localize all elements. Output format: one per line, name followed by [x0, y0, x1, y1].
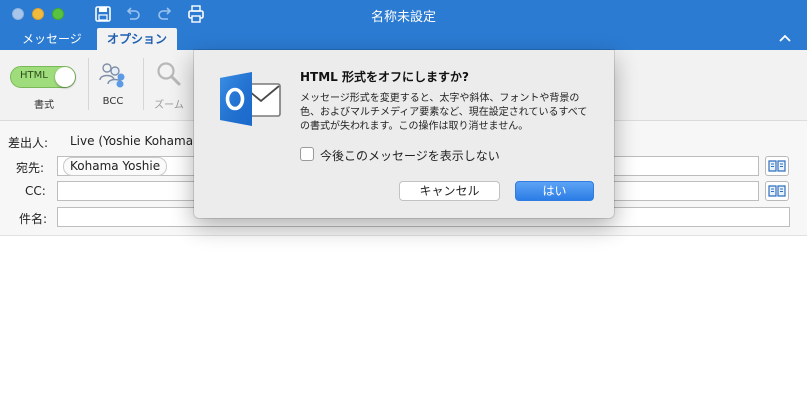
address-book-icon: [768, 160, 786, 172]
address-book-cc-button[interactable]: [765, 181, 789, 201]
address-book-to-button[interactable]: [765, 156, 789, 176]
html-toggle-label: HTML: [20, 70, 48, 81]
dont-show-again-checkbox[interactable]: [300, 147, 314, 161]
window-title: 名称未設定: [370, 10, 436, 25]
to-label: 宛先:: [16, 161, 45, 175]
toggle-knob: [55, 67, 75, 87]
zoom-label[interactable]: ズーム: [150, 96, 188, 111]
bcc-people-icon[interactable]: [98, 60, 128, 88]
title-bar: 名称未設定: [0, 0, 807, 28]
ribbon-tab-row: メッセージ オプション: [0, 28, 807, 50]
html-format-toggle[interactable]: HTML: [10, 66, 76, 88]
format-label: 書式: [34, 100, 54, 111]
dialog-title: HTML 形式をオフにしますか?: [300, 70, 469, 84]
tab-message[interactable]: メッセージ: [12, 28, 92, 50]
bcc-label[interactable]: BCC: [96, 96, 130, 107]
chevron-up-icon[interactable]: [777, 31, 793, 47]
ribbon-divider: [143, 58, 144, 110]
from-account-value[interactable]: Live (Yoshie Kohama: [70, 134, 193, 148]
message-body[interactable]: [0, 236, 807, 400]
ribbon-divider: [88, 58, 89, 110]
outlook-logo-icon: [220, 72, 281, 126]
zoom-magnifier-icon[interactable]: [155, 60, 183, 88]
address-book-icon: [768, 185, 786, 197]
html-off-confirm-dialog: HTML 形式をオフにしますか? メッセージ形式を変更すると、太字や斜体、フォン…: [194, 50, 614, 218]
cc-label: CC:: [25, 184, 46, 198]
dont-show-again-label[interactable]: 今後このメッセージを表示しない: [320, 147, 500, 164]
dialog-message: メッセージ形式を変更すると、太字や斜体、フォントや背景の色、およびマルチメディア…: [300, 93, 588, 132]
cancel-button[interactable]: キャンセル: [399, 181, 500, 201]
yes-button[interactable]: はい: [515, 181, 594, 201]
recipient-chip[interactable]: Kohama Yoshie: [63, 157, 168, 176]
from-label: 差出人:: [8, 136, 49, 150]
subject-label: 件名:: [19, 212, 48, 226]
tab-options[interactable]: オプション: [97, 28, 178, 50]
